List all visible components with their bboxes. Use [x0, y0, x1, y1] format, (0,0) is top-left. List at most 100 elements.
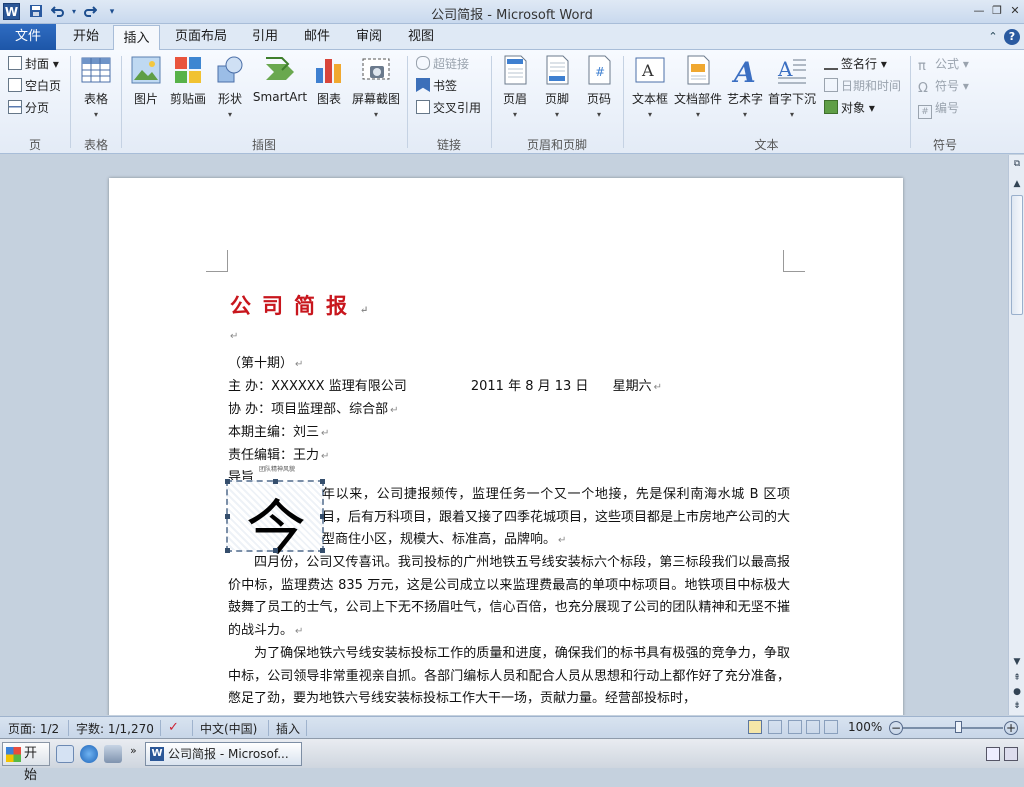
- tiny-caption: 团队精神风貌: [259, 466, 296, 473]
- object-button[interactable]: 对象 ▾: [824, 99, 875, 117]
- tab-page-layout[interactable]: 页面布局: [168, 24, 234, 50]
- web-layout-icon[interactable]: [788, 720, 802, 734]
- more-icons-chevron[interactable]: »: [130, 744, 137, 757]
- scroll-thumb[interactable]: [1011, 195, 1023, 315]
- empty-line[interactable]: ↵: [228, 328, 238, 343]
- group-label-pages: 页: [28, 138, 41, 152]
- quick-parts-button[interactable]: 文档部件 ▾: [674, 54, 722, 119]
- tray-icon[interactable]: [1004, 747, 1018, 761]
- word-count[interactable]: 字数: 1/1,270: [76, 720, 154, 737]
- omega-icon: Ω: [918, 81, 928, 96]
- bookmark-icon: [416, 78, 430, 92]
- zoom-slider-knob[interactable]: [955, 721, 962, 733]
- ie-browser-icon[interactable]: [80, 745, 98, 763]
- show-desktop-icon[interactable]: [56, 745, 74, 763]
- smartart-icon: [264, 54, 296, 86]
- document-page[interactable]: 公司简报 ↵ ↵ （第十期） ↵ 主 办：XXXXXX 监理有限公司 2011 年 …: [109, 178, 903, 715]
- start-button[interactable]: 开始: [2, 742, 50, 783]
- page-break-button[interactable]: 分页: [8, 99, 49, 117]
- chart-button[interactable]: 图表: [312, 54, 346, 107]
- tab-home[interactable]: 开始: [64, 24, 108, 50]
- proofing-icon[interactable]: ✓: [168, 720, 179, 735]
- numbering-button[interactable]: # 编号: [918, 99, 959, 119]
- zoom-slider[interactable]: [903, 727, 1003, 729]
- tab-view[interactable]: 视图: [400, 24, 442, 50]
- page-number-icon: #: [583, 54, 615, 86]
- group-separator: [121, 56, 122, 148]
- insert-picture-button[interactable]: 图片: [128, 54, 164, 107]
- drop-cap-button[interactable]: A 首字下沉 ▾: [768, 54, 816, 119]
- scroll-down-icon[interactable]: ▼: [1009, 655, 1024, 669]
- smartart-button[interactable]: SmartArt: [252, 54, 308, 104]
- cross-reference-button[interactable]: 交叉引用: [416, 99, 481, 117]
- tab-references[interactable]: 引用: [244, 24, 286, 50]
- scroll-up-icon[interactable]: ▲: [1009, 177, 1024, 191]
- page-counter[interactable]: 页面: 1/2: [8, 720, 59, 737]
- tab-review[interactable]: 审阅: [348, 24, 390, 50]
- help-icon[interactable]: ?: [1004, 29, 1020, 45]
- outline-view-icon[interactable]: [806, 720, 820, 734]
- browse-object-icon[interactable]: ●: [1009, 685, 1024, 699]
- clipart-button[interactable]: 剪贴画: [168, 54, 208, 107]
- full-screen-reading-icon[interactable]: [768, 720, 782, 734]
- close-icon[interactable]: ✕: [1007, 3, 1023, 19]
- computer-icon[interactable]: [104, 745, 122, 763]
- host-line[interactable]: 主 办：XXXXXX 监理有限公司 2011 年 8 月 13 日 星期六 ↵: [228, 375, 662, 394]
- collapse-ribbon-icon[interactable]: ⌃: [985, 29, 1001, 45]
- equation-button[interactable]: π 公式 ▾: [918, 55, 969, 74]
- print-layout-icon[interactable]: [748, 720, 762, 734]
- cover-page-button[interactable]: 封面 ▾: [8, 55, 59, 73]
- taskbar-word-window[interactable]: W 公司简报 - Microsof...: [145, 742, 302, 766]
- chief-editor-line[interactable]: 本期主编：刘三 ↵: [228, 421, 329, 440]
- system-tray[interactable]: [986, 745, 1020, 763]
- issue-line[interactable]: （第十期） ↵: [228, 352, 303, 371]
- header-button[interactable]: 页眉 ▾: [498, 54, 532, 119]
- document-title[interactable]: 公司简报 ↵: [230, 290, 368, 320]
- screenshot-button[interactable]: 屏幕截图 ▾: [350, 54, 402, 119]
- zoom-level[interactable]: 100%: [848, 720, 882, 734]
- tab-insert[interactable]: 插入: [113, 25, 160, 51]
- insert-mode-indicator[interactable]: 插入: [276, 720, 300, 737]
- vertical-scrollbar[interactable]: ⧉ ▲ ▼ ⇞ ● ⇟: [1008, 155, 1024, 715]
- tab-file[interactable]: 文件: [0, 24, 56, 50]
- keyboard-icon[interactable]: [986, 747, 1000, 761]
- date-time-button[interactable]: 日期和时间: [824, 77, 901, 95]
- responsible-editor-line[interactable]: 责任编辑：王力 ↵: [228, 444, 329, 463]
- shapes-button[interactable]: 形状 ▾: [214, 54, 246, 119]
- cover-page-icon: [8, 56, 22, 70]
- paragraph-3[interactable]: 为了确保地铁六号线安装标投标工作的质量和进度，确保我们的标书具有极强的竞争力，争…: [228, 643, 790, 711]
- draft-view-icon[interactable]: [824, 720, 838, 734]
- bookmark-button[interactable]: 书签: [416, 77, 457, 95]
- wordart-button[interactable]: A 艺术字 ▾: [726, 54, 764, 119]
- zoom-in-icon[interactable]: +: [1004, 721, 1018, 735]
- group-label-illustrations: 插图: [251, 138, 276, 152]
- page-number-button[interactable]: # 页码 ▾: [582, 54, 616, 119]
- drop-cap-icon: A: [776, 54, 808, 86]
- paragraph-1[interactable]: 年以来，公司捷报频传，监理任务一个又一个地接，先是保利南海水城 B 区项目，后有…: [322, 484, 790, 553]
- restore-icon[interactable]: ❐: [989, 3, 1005, 19]
- minimize-icon[interactable]: —: [971, 3, 987, 19]
- symbol-button[interactable]: Ω 符号 ▾: [918, 77, 969, 96]
- clipart-icon: [172, 54, 204, 86]
- tab-mailings[interactable]: 邮件: [296, 24, 338, 50]
- shapes-icon: [214, 54, 246, 86]
- resize-handle[interactable]: [273, 479, 278, 484]
- document-area[interactable]: 公司简报 ↵ ↵ （第十期） ↵ 主 办：XXXXXX 监理有限公司 2011 年 …: [0, 155, 1008, 715]
- resize-handle[interactable]: [225, 514, 230, 519]
- textbox-icon: A: [634, 54, 666, 86]
- textbox-button[interactable]: A 文本框 ▾: [630, 54, 670, 119]
- signature-line-button[interactable]: 签名行 ▾: [824, 55, 887, 73]
- ruler-toggle-icon[interactable]: ⧉: [1009, 157, 1024, 171]
- resize-handle[interactable]: [225, 479, 230, 484]
- table-button[interactable]: 表格 ▾: [78, 54, 114, 119]
- co-host-line[interactable]: 协 办：项目监理部、综合部 ↵: [228, 398, 399, 417]
- zoom-out-icon[interactable]: −: [889, 721, 903, 735]
- drop-cap-frame[interactable]: 今: [225, 479, 325, 564]
- footer-button[interactable]: 页脚 ▾: [540, 54, 574, 119]
- blank-page-button[interactable]: 空白页: [8, 77, 61, 95]
- next-page-icon[interactable]: ⇟: [1009, 699, 1024, 713]
- language-indicator[interactable]: 中文(中国): [200, 720, 257, 737]
- paragraph-2[interactable]: 四月份，公司又传喜讯。我司投标的广州地铁五号线安装标六个标段，第三标段我们以最高…: [228, 552, 790, 644]
- hyperlink-button[interactable]: 超链接: [416, 55, 469, 73]
- previous-page-icon[interactable]: ⇞: [1009, 671, 1024, 685]
